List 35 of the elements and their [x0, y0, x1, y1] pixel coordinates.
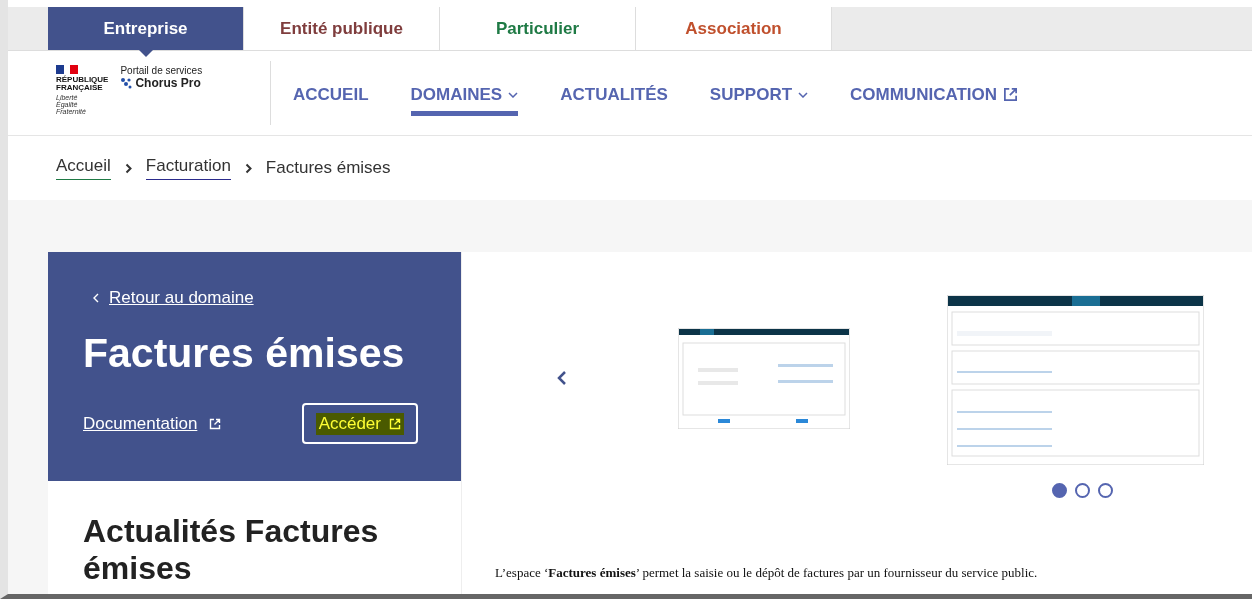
tab-pointer: [138, 50, 153, 57]
carousel-dot[interactable]: [1075, 483, 1090, 498]
audience-tab[interactable]: Entité publique: [244, 7, 440, 50]
republic-name: RÉPUBLIQUE FRANÇAISE: [56, 76, 109, 92]
description: L’espace ‘Factures émises’ permet la saisie ou le dépôt de factures par un fournisseur du service public.: [495, 565, 1039, 581]
breadcrumb-link[interactable]: Accueil: [56, 156, 111, 180]
nav-item[interactable]: SUPPORT: [709, 70, 809, 116]
audience-tab[interactable]: Particulier: [440, 7, 636, 50]
back-link[interactable]: Retour au domaine: [83, 288, 426, 308]
external-link-icon: [1003, 87, 1019, 102]
page-title: Factures émises: [83, 330, 406, 377]
chevron-left-icon: [93, 293, 99, 303]
previous-button[interactable]: [557, 370, 567, 386]
nav-item[interactable]: ACCUEIL: [293, 70, 369, 116]
nav-item[interactable]: DOMAINES: [410, 70, 519, 116]
breadcrumb-current: Factures émises: [265, 158, 391, 178]
chevron-down-icon: [798, 91, 809, 98]
nav-item[interactable]: COMMUNICATION: [850, 70, 1019, 116]
chevron-right-icon: [124, 162, 132, 174]
portal-label: Portail de services: [120, 65, 203, 76]
news-heading: Actualités Factures émises: [82, 512, 380, 587]
external-link-icon: [389, 417, 401, 430]
chevron-down-icon: [508, 91, 519, 98]
audience-tab[interactable]: Association: [636, 7, 832, 50]
carousel-dot[interactable]: [1052, 483, 1067, 498]
carousel-dot[interactable]: [1098, 483, 1113, 498]
access-button[interactable]: Accéder: [301, 403, 418, 444]
logo-icon: [120, 77, 133, 89]
product-name: Chorus Pro: [135, 76, 201, 90]
documentation-link[interactable]: Documentation: [83, 413, 222, 434]
breadcrumb-link[interactable]: Facturation: [145, 156, 231, 180]
nav-item[interactable]: ACTUALITÉS: [560, 70, 668, 116]
external-link-icon: [209, 417, 222, 430]
chevron-right-icon: [244, 162, 252, 174]
flag-icon: [56, 65, 78, 74]
